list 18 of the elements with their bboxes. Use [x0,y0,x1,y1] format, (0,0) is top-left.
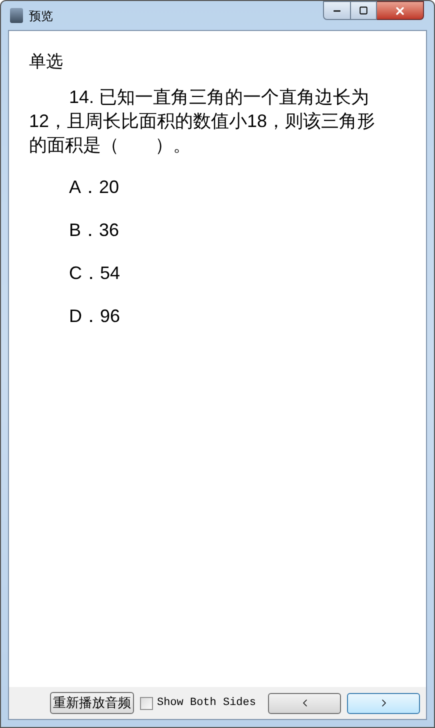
answer-option[interactable]: A．20 [69,175,120,199]
previous-button[interactable] [268,692,341,714]
show-both-sides-label: Show Both Sides [156,696,256,711]
answer-option[interactable]: B．36 [69,218,120,242]
minimize-button[interactable] [323,1,351,20]
maximize-button[interactable] [351,1,377,20]
next-button[interactable] [347,692,420,714]
show-both-sides-checkbox[interactable] [140,696,153,710]
app-icon [10,8,23,23]
answer-option[interactable]: D．96 [69,304,120,328]
maximize-icon [359,6,368,15]
close-icon [394,4,406,16]
answer-option[interactable]: C．54 [69,261,120,285]
question-text: 14. 已知一直角三角的一个直角边长为12，且周长比面积的数值小18，则该三角形的面积是（ ）。 [29,86,376,157]
replay-audio-button[interactable]: 重新播放音频 [50,692,134,714]
question-type: 单选 [29,51,64,73]
window-title: 预览 [29,8,53,24]
close-button[interactable] [377,1,424,20]
